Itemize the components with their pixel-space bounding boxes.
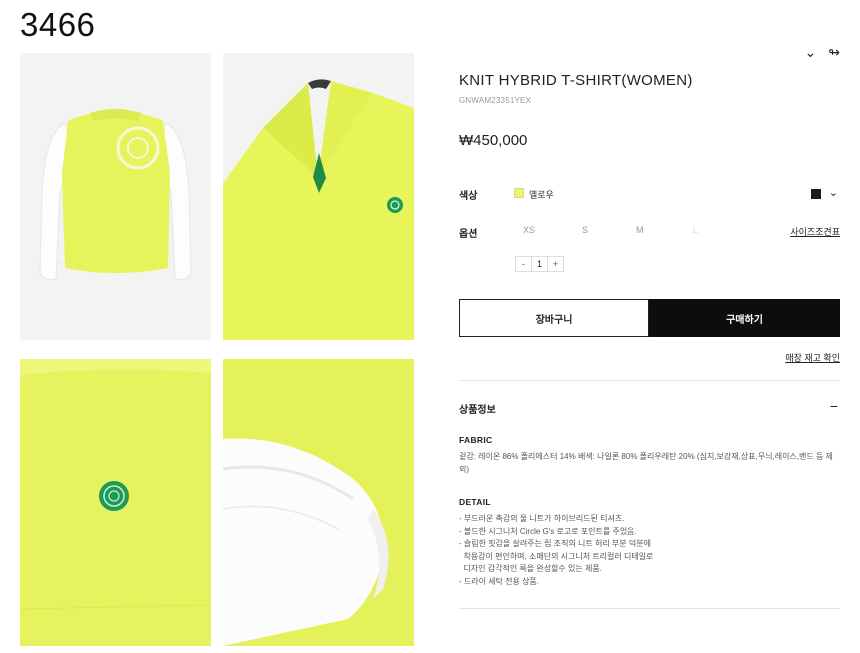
shirt-back-illustration [20, 53, 211, 340]
size-option-l[interactable]: L [693, 225, 698, 235]
detail-heading: DETAIL [459, 497, 491, 507]
fabric-text: 겉감: 레이온 86% 폴리에스터 14% 배색: 나일론 80% 폴리우레탄 … [459, 452, 833, 474]
quantity-value[interactable]: 1 [531, 257, 548, 271]
shirt-collar-illustration [223, 53, 414, 340]
detail-list: - 부드러운 촉감의 울 니트가 하이브리드된 티셔츠. - 볼드한 시그니처 … [459, 513, 840, 588]
product-code: GNWAM23351YEX [459, 96, 532, 105]
decrement-button[interactable]: - [516, 257, 531, 271]
product-image-collar[interactable] [223, 53, 414, 340]
fabric-heading: FABRIC [459, 435, 493, 445]
product-image-back[interactable] [20, 53, 211, 340]
color-label: 색상 [459, 191, 478, 202]
product-title: KNIT HYBRID T-SHIRT(WOMEN) [459, 72, 693, 89]
size-option-xs[interactable]: XS [523, 225, 535, 235]
store-stock-link[interactable]: 매장 재고 확인 [785, 351, 840, 364]
product-image-logo[interactable] [20, 359, 211, 646]
detail-line: 착용감이 편안하며, 소매단의 시그니처 트리컬러 디테일로 [459, 551, 654, 561]
size-guide-link[interactable]: 사이즈조견표 [790, 225, 840, 238]
detail-line: - 슬림한 핏감을 살려주는 립 조직의 니트 허리 부분 덕분에 [459, 539, 651, 548]
collapse-icon[interactable]: − [830, 398, 838, 414]
sleeve-closeup-illustration [223, 359, 414, 646]
chevron-down-icon[interactable]: ⌄ [829, 186, 838, 199]
logo-closeup-illustration [20, 359, 211, 646]
buy-now-button[interactable]: 구매하기 [649, 299, 840, 337]
share-icon[interactable]: ↬ [828, 44, 840, 61]
detail-line: - 부드러운 촉감의 울 니트가 하이브리드된 티셔츠. [459, 514, 625, 523]
detail-line: 디자인 감각적인 룩을 완성할수 있는 제품. [459, 564, 602, 573]
add-to-cart-button[interactable]: 장바구니 [459, 299, 649, 337]
product-info-heading[interactable]: 상품정보 [459, 401, 496, 416]
size-row: 옵션 XS S M L 사이즈조견표 [459, 224, 840, 240]
divider [459, 608, 840, 609]
color-name: 옐로우 [529, 190, 554, 200]
size-option-m[interactable]: M [636, 225, 644, 235]
size-option-s[interactable]: S [582, 225, 588, 235]
increment-button[interactable]: + [548, 257, 563, 271]
detail-line: - 드라이 세탁 전용 상품. [459, 576, 540, 586]
quantity-stepper: - 1 + [515, 256, 564, 272]
page-id: 3466 [20, 6, 96, 43]
product-price: ₩450,000 [459, 132, 528, 149]
color-swatch-yellow[interactable] [514, 188, 524, 198]
product-gallery [20, 53, 415, 646]
product-image-sleeve[interactable] [223, 359, 414, 646]
chevron-down-icon[interactable]: ⌄ [805, 44, 817, 61]
divider [459, 380, 840, 381]
header-actions: ⌄ ↬ [805, 44, 840, 61]
color-row: 색상 옐로우 ⌄ [459, 186, 840, 202]
color-swatch-black[interactable] [811, 189, 821, 199]
option-label: 옵션 [459, 229, 478, 240]
detail-line: - 볼드한 시그니처 Circle G's 로고로 포인트를 주었음. [459, 526, 637, 536]
